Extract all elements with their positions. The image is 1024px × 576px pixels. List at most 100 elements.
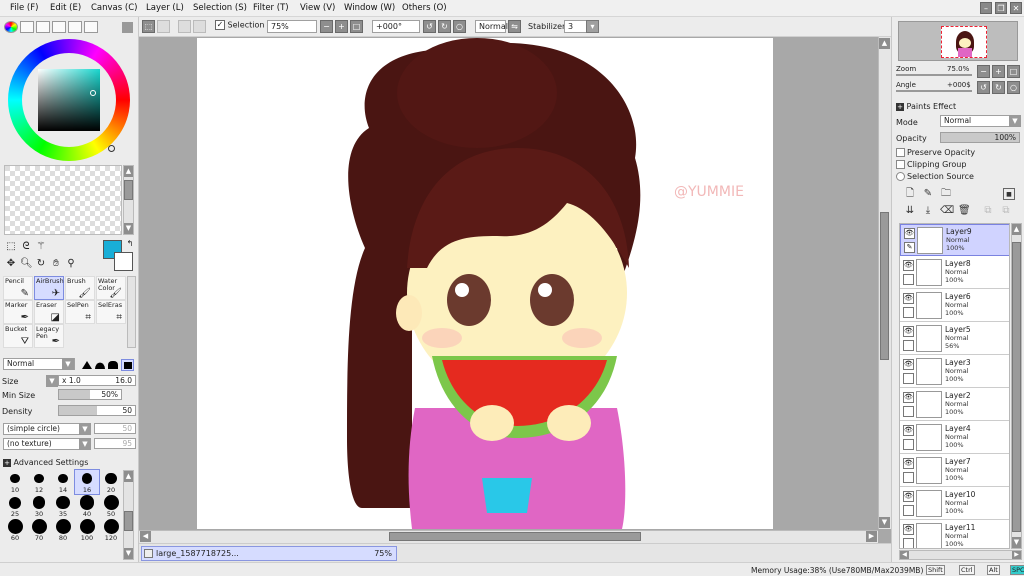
hide-selection-icon[interactable] — [193, 20, 206, 33]
lock-toggle-icon[interactable] — [903, 373, 914, 384]
scratch-pad[interactable] — [4, 165, 122, 235]
brush-size-50[interactable]: 50 — [99, 494, 123, 518]
menu-layer[interactable]: Layer (L) — [146, 3, 184, 13]
menu-others[interactable]: Others (O) — [402, 3, 447, 13]
paste-layer-icon[interactable]: ⧉ — [1000, 205, 1012, 217]
brush-pencil[interactable]: Pencil ✎ — [3, 276, 33, 300]
advanced-settings-toggle[interactable]: + Advanced Settings — [3, 458, 88, 467]
angle-select[interactable]: +000° — [372, 20, 420, 33]
brush-size-120[interactable]: 120 — [99, 518, 123, 542]
color-wheel-tab-icon[interactable] — [4, 21, 18, 33]
saturation-value-square[interactable] — [38, 69, 100, 131]
lock-toggle-icon[interactable] — [903, 274, 914, 285]
copy-layer-icon[interactable]: ⧉ — [982, 205, 994, 217]
pen-icon[interactable]: ✎ — [904, 242, 915, 253]
rotate-reset-icon[interactable]: ○ — [453, 20, 466, 33]
navigator-preview[interactable] — [898, 21, 1018, 61]
canvas-area[interactable]: @YUMMIE ▲ ▼ ◀ ▶ — [139, 37, 891, 543]
size-grid-scrollbar[interactable]: ▲ ▼ — [123, 470, 134, 560]
canvas-vertical-scrollbar[interactable]: ▲ ▼ — [878, 37, 891, 529]
zoom-in-icon[interactable]: + — [335, 20, 348, 33]
texture-strength-field[interactable]: 95 — [94, 438, 136, 449]
brush-palette-scrollbar[interactable] — [127, 276, 136, 348]
panel-menu-icon[interactable] — [122, 22, 133, 33]
rotate-left-icon[interactable]: ↺ — [423, 20, 436, 33]
mixer-tab-icon[interactable] — [68, 21, 82, 33]
chevron-down-icon[interactable]: ▼ — [79, 423, 91, 435]
clear-layer-icon[interactable]: ⌫ — [940, 205, 954, 217]
eye-icon[interactable]: 👁︎ — [903, 260, 914, 271]
brush-marker[interactable]: Marker ✒ — [3, 300, 33, 324]
move-icon[interactable]: ✥ — [5, 258, 17, 270]
new-layer-icon[interactable]: 🗋︎ — [904, 188, 916, 200]
layer-list-scrollbar[interactable]: ▲ ▼ — [1011, 223, 1022, 549]
chevron-down-icon[interactable]: ▼ — [79, 438, 91, 450]
nav-zoom-slider[interactable] — [896, 74, 972, 76]
brush-size-40[interactable]: 40 — [75, 494, 99, 518]
delete-layer-icon[interactable]: 🗑︎ — [958, 205, 971, 217]
canvas-horizontal-scrollbar[interactable]: ◀ ▶ — [139, 530, 878, 543]
eye-icon[interactable]: 👁︎ — [903, 293, 914, 304]
zoom-icon[interactable]: 🔍︎ — [20, 258, 33, 270]
restore-icon[interactable]: ❐ — [995, 2, 1007, 14]
deselect-icon[interactable] — [157, 20, 170, 33]
brush-size-70[interactable]: 70 — [27, 518, 51, 542]
selection-source-radio[interactable]: Selection Source — [896, 172, 974, 181]
select-all-icon[interactable]: ⬚ — [142, 20, 155, 33]
brush-shape-select[interactable]: (simple circle) — [3, 423, 91, 435]
zoom-out-icon[interactable]: − — [320, 20, 333, 33]
brush-size-60[interactable]: 60 — [3, 518, 27, 542]
lock-toggle-icon[interactable] — [903, 307, 914, 318]
canvas-paper[interactable]: @YUMMIE — [197, 38, 773, 529]
menu-filter[interactable]: Filter (T) — [253, 3, 289, 13]
layer-row-layer4[interactable]: 👁︎ Layer4 Normal 100% — [900, 422, 1009, 454]
lock-toggle-icon[interactable] — [903, 505, 914, 516]
eyedropper-icon[interactable]: ⚲ — [65, 258, 77, 270]
selection-toggle[interactable]: ✓ Selection — [215, 20, 264, 30]
new-linework-layer-icon[interactable]: ✎ — [922, 188, 934, 200]
eye-icon[interactable]: 👁︎ — [903, 425, 914, 436]
secondary-color-swatch[interactable] — [114, 252, 133, 271]
menu-edit[interactable]: Edit (E) — [50, 3, 81, 13]
brush-legacy-pen[interactable]: Legacy Pen ✒ — [34, 324, 64, 348]
nav-rotate-reset-icon[interactable]: ○ — [1007, 81, 1020, 94]
eye-icon[interactable]: 👁︎ — [903, 458, 914, 469]
new-folder-icon[interactable]: 🗀︎ — [940, 188, 952, 200]
menu-canvas[interactable]: Canvas (C) — [91, 3, 137, 13]
zoom-reset-icon[interactable]: □ — [350, 20, 363, 33]
close-icon[interactable]: ✕ — [1010, 2, 1022, 14]
layer-row-layer11[interactable]: 👁︎ Layer11 Normal 100% — [900, 521, 1009, 548]
brush-size-16[interactable]: 16 — [74, 469, 100, 495]
brush-brush[interactable]: Brush 🖌︎ — [65, 276, 95, 300]
lock-toggle-icon[interactable] — [903, 538, 914, 548]
rotate-icon[interactable]: ↻ — [35, 258, 47, 270]
lock-toggle-icon[interactable] — [903, 472, 914, 483]
rect-select-icon[interactable]: ⬚ — [5, 241, 17, 253]
layer-row-layer7[interactable]: 👁︎ Layer7 Normal 100% — [900, 455, 1009, 487]
brush-size-14[interactable]: 14 — [51, 470, 75, 494]
hue-picker-handle-icon[interactable] — [108, 145, 115, 152]
shape-strength-field[interactable]: 50 — [94, 423, 136, 434]
paints-effect-toggle[interactable]: + Paints Effect — [896, 102, 956, 111]
sv-picker-handle-icon[interactable] — [90, 90, 96, 96]
brush-bucket[interactable]: Bucket ⛛ — [3, 324, 33, 348]
min-size-slider[interactable]: 50% — [58, 389, 122, 400]
brush-size-80[interactable]: 80 — [51, 518, 75, 542]
layer-opacity-slider[interactable]: 100% — [940, 132, 1020, 143]
navigator-viewport[interactable] — [941, 26, 987, 58]
transfer-down-icon[interactable]: ⇊ — [904, 205, 916, 217]
checkbox-checked-icon[interactable]: ✓ — [215, 20, 225, 30]
zoom-select[interactable]: 75% — [267, 20, 317, 33]
eye-icon[interactable]: 👁︎ — [903, 392, 914, 403]
file-tab[interactable]: large_1587718725... 75% — [141, 546, 397, 561]
menu-selection[interactable]: Selection (S) — [193, 3, 247, 13]
eye-icon[interactable]: 👁︎ — [903, 359, 914, 370]
lock-toggle-icon[interactable] — [903, 340, 914, 351]
brush-size-100[interactable]: 100 — [75, 518, 99, 542]
chevron-down-icon[interactable]: ▼ — [1009, 115, 1021, 127]
nav-zoom-out-icon[interactable]: − — [977, 65, 990, 78]
layer-row-layer8[interactable]: 👁︎ Layer8 Normal 100% — [900, 257, 1009, 289]
layer-row-layer5[interactable]: 👁︎ Layer5 Normal 56% — [900, 323, 1009, 355]
swatch-tab-icon[interactable] — [52, 21, 66, 33]
brush-size-10[interactable]: 10 — [3, 470, 27, 494]
